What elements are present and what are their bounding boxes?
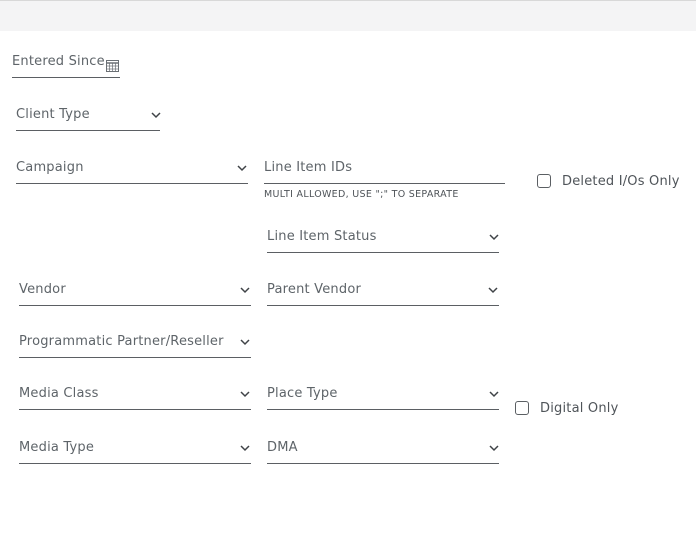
chevron-down-icon xyxy=(489,391,499,398)
campaign-select[interactable]: Campaign xyxy=(16,160,248,184)
digital-only-label[interactable]: Digital Only xyxy=(540,401,618,416)
media-class-select[interactable]: Media Class xyxy=(19,386,251,410)
line-item-ids-input[interactable]: Line Item IDs xyxy=(264,160,505,184)
chevron-down-icon xyxy=(240,287,250,294)
chevron-down-icon xyxy=(488,287,498,294)
deleted-ios-only-label[interactable]: Deleted I/Os Only xyxy=(562,174,680,189)
entered-since-field[interactable]: Entered Since xyxy=(12,54,120,78)
client-type-select[interactable]: Client Type xyxy=(16,107,161,131)
chevron-down-icon xyxy=(240,339,250,346)
line-item-status-label: Line Item Status xyxy=(267,229,377,244)
campaign-label: Campaign xyxy=(16,160,84,175)
line-item-ids-hint: MULTI ALLOWED, USE ";" TO SEPARATE xyxy=(264,189,459,200)
chevron-down-icon xyxy=(151,112,161,119)
vendor-select[interactable]: Vendor xyxy=(19,282,251,306)
parent-vendor-select[interactable]: Parent Vendor xyxy=(267,282,499,306)
line-item-status-select[interactable]: Line Item Status xyxy=(267,229,499,253)
entered-since-label: Entered Since xyxy=(12,54,105,69)
media-type-label: Media Type xyxy=(19,440,95,455)
place-type-label: Place Type xyxy=(267,386,338,401)
chevron-down-icon xyxy=(237,165,247,172)
place-type-select[interactable]: Place Type xyxy=(267,386,499,410)
chevron-down-icon xyxy=(240,445,250,452)
dma-select[interactable]: DMA xyxy=(267,440,499,464)
calendar-icon[interactable] xyxy=(106,57,119,72)
chevron-down-icon xyxy=(489,234,499,241)
deleted-ios-only-checkbox[interactable] xyxy=(537,174,551,188)
media-type-select[interactable]: Media Type xyxy=(19,440,251,464)
line-item-ids-label: Line Item IDs xyxy=(264,160,353,175)
digital-only-checkbox[interactable] xyxy=(515,401,529,415)
chevron-down-icon xyxy=(489,445,499,452)
dma-label: DMA xyxy=(267,440,298,455)
programmatic-partner-label: Programmatic Partner/Reseller xyxy=(19,334,224,349)
media-class-label: Media Class xyxy=(19,386,99,401)
client-type-label: Client Type xyxy=(16,107,90,122)
programmatic-partner-select[interactable]: Programmatic Partner/Reseller xyxy=(19,334,251,358)
parent-vendor-label: Parent Vendor xyxy=(267,282,362,297)
top-toolbar xyxy=(0,0,696,31)
vendor-label: Vendor xyxy=(19,282,66,297)
chevron-down-icon xyxy=(240,391,250,398)
